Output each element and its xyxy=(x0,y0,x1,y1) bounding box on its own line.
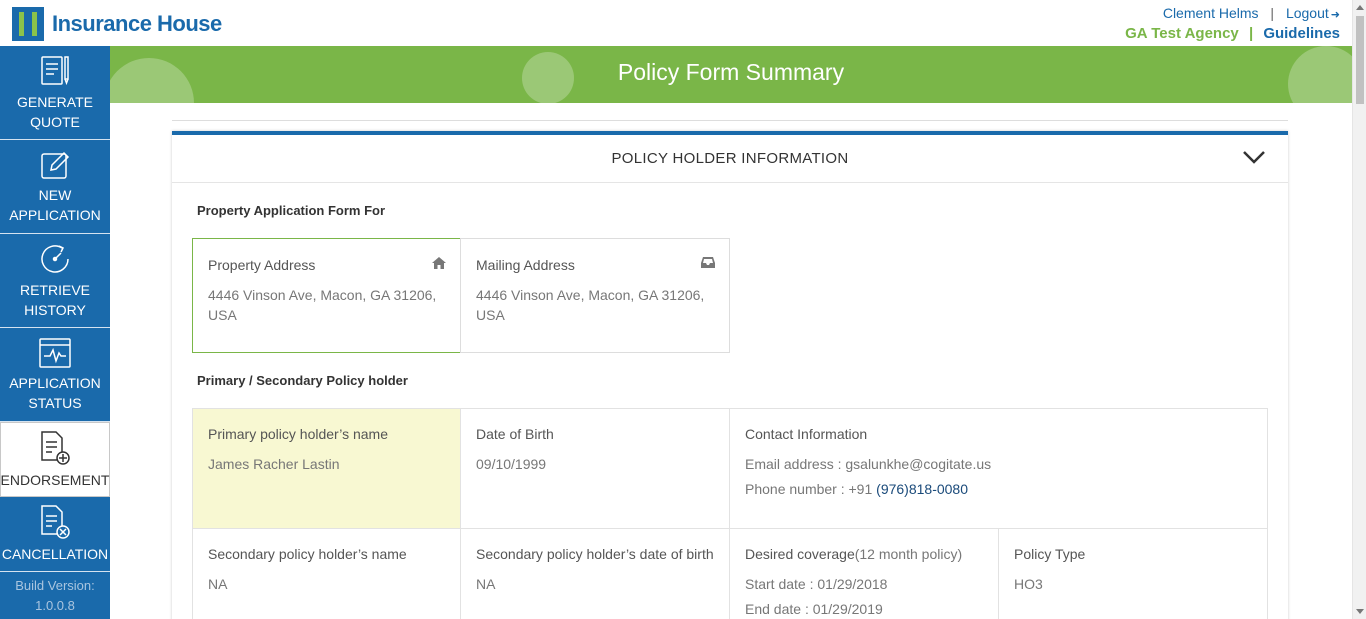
coverage-label-text: Desired coverage xyxy=(745,546,855,562)
document-pen-icon xyxy=(41,55,69,85)
property-address-box[interactable]: Property Address 4446 Vinson Ave, Macon,… xyxy=(192,238,461,353)
sidebar-item-endorsement[interactable]: ENDORSEMENT xyxy=(0,422,110,497)
email-value: Email address : gsalunkhe@cogitate.us xyxy=(745,456,992,472)
policy-type-value: HO3 xyxy=(1014,576,1043,592)
history-clock-icon xyxy=(41,244,69,273)
separator: | xyxy=(1248,25,1254,42)
build-version: Build Version: 1.0.0.8 xyxy=(0,572,110,616)
address-line: USA xyxy=(476,307,505,323)
sidebar-item-label: ENDORSEMENT xyxy=(0,471,110,488)
page-banner: Policy Form Summary xyxy=(110,46,1352,103)
mailing-address-box[interactable]: Mailing Address 4446 Vinson Ave, Macon, … xyxy=(460,238,730,353)
guidelines-link[interactable]: Guidelines xyxy=(1263,25,1340,42)
section-title: Property Application Form For xyxy=(197,203,386,218)
build-number: 1.0.0.8 xyxy=(35,598,75,613)
scroll-down-icon[interactable] xyxy=(1356,609,1364,614)
sidebar: GENERATE QUOTE NEW APPLICATION RETRIEVE … xyxy=(0,46,110,619)
vertical-scrollbar[interactable] xyxy=(1352,0,1366,619)
secondary-name-label: Secondary policy holder’s name xyxy=(208,546,407,562)
coverage-suffix: (12 month policy) xyxy=(854,546,963,562)
policy-holder-card: POLICY HOLDER INFORMATION Property Appli… xyxy=(172,131,1288,619)
sidebar-item-label: HISTORY xyxy=(24,301,86,318)
sidebar-item-application-status[interactable]: APPLICATION STATUS xyxy=(0,328,110,422)
sidebar-item-generate-quote[interactable]: GENERATE QUOTE xyxy=(0,46,110,140)
address-line: USA xyxy=(208,307,237,323)
page-title: Policy Form Summary xyxy=(617,59,845,85)
top-header: Insurance House Clement Helms | Logout ➜ … xyxy=(0,0,1352,46)
sidebar-item-new-application[interactable]: NEW APPLICATION xyxy=(0,140,110,234)
document-cancel-icon xyxy=(41,505,70,539)
dob-value: 09/10/1999 xyxy=(476,456,547,472)
user-name-link[interactable]: Clement Helms xyxy=(1163,5,1259,21)
end-date-value: End date : 01/29/2019 xyxy=(745,601,883,617)
property-address-value: 4446 Vinson Ave, Macon, GA 31206, USA xyxy=(208,285,436,325)
build-label: Build Version: xyxy=(15,578,95,593)
sidebar-item-label: APPLICATION xyxy=(9,374,101,391)
address-line: 4446 Vinson Ave, Macon, GA 31206, xyxy=(476,287,705,303)
agency-name[interactable]: GA Test Agency xyxy=(1125,25,1239,42)
contact-label: Contact Information xyxy=(745,426,868,442)
secondary-dob-label: Secondary policy holder’s date of birth xyxy=(476,546,714,562)
sidebar-item-label: QUOTE xyxy=(30,113,80,130)
sidebar-item-label: STATUS xyxy=(28,394,82,411)
dob-cell: Date of Birth 09/10/1999 xyxy=(460,408,730,529)
address-line: 4446 Vinson Ave, Macon, GA 31206, xyxy=(208,287,437,303)
logout-link[interactable]: Logout ➜ xyxy=(1286,5,1340,21)
primary-name-label: Primary policy holder’s name xyxy=(208,426,388,442)
mailing-address-label: Mailing Address xyxy=(476,257,575,273)
pencil-square-icon xyxy=(41,151,70,179)
user-links: Clement Helms | Logout ➜ GA Test Agency |… xyxy=(1125,5,1340,42)
logo-icon xyxy=(12,7,44,41)
scroll-up-icon[interactable] xyxy=(1356,5,1364,10)
card-title: POLICY HOLDER INFORMATION xyxy=(611,150,849,167)
document-plus-icon xyxy=(41,430,70,465)
section-title: Primary / Secondary Policy holder xyxy=(197,373,408,388)
sidebar-item-label: RETRIEVE xyxy=(19,281,90,298)
phone-value: Phone number : +91 (976)818-0080 xyxy=(745,481,968,497)
coverage-label: Desired coverage(12 month policy) xyxy=(745,546,962,562)
policy-type-label: Policy Type xyxy=(1014,546,1086,562)
chevron-down-icon[interactable] xyxy=(1242,149,1266,165)
secondary-name-cell: Secondary policy holder’s name NA xyxy=(192,528,461,619)
phone-prefix: Phone number : +91 xyxy=(745,481,877,497)
separator: | xyxy=(1270,5,1275,21)
primary-name-value: James Racher Lastin xyxy=(208,456,340,472)
sidebar-item-cancellation[interactable]: CANCELLATION xyxy=(0,497,110,572)
primary-name-cell: Primary policy holder’s name James Rache… xyxy=(192,408,461,529)
sidebar-item-label: NEW xyxy=(38,186,72,203)
coverage-cell: Desired coverage(12 month policy) Start … xyxy=(729,528,999,619)
logout-icon: ➜ xyxy=(1330,9,1340,21)
main-content: POLICY HOLDER INFORMATION Property Appli… xyxy=(110,103,1352,619)
card-header[interactable]: POLICY HOLDER INFORMATION xyxy=(172,135,1288,183)
secondary-dob-cell: Secondary policy holder’s date of birth … xyxy=(460,528,730,619)
scroll-thumb[interactable] xyxy=(1356,16,1364,104)
logout-label: Logout xyxy=(1285,5,1329,21)
property-address-label: Property Address xyxy=(208,257,316,273)
phone-number[interactable]: (976)818-0080 xyxy=(876,481,968,497)
logo-text: Insurance House xyxy=(52,11,222,36)
sidebar-item-label: APPLICATION xyxy=(9,206,101,223)
contact-cell: Contact Information Email address : gsal… xyxy=(729,408,1268,529)
inbox-icon xyxy=(701,257,715,268)
sidebar-item-label: GENERATE xyxy=(17,93,93,110)
home-icon xyxy=(432,257,446,269)
secondary-name-value: NA xyxy=(208,576,228,592)
sidebar-item-retrieve-history[interactable]: RETRIEVE HISTORY xyxy=(0,234,110,328)
secondary-dob-value: NA xyxy=(476,576,496,592)
dob-label: Date of Birth xyxy=(476,426,554,442)
mailing-address-value: 4446 Vinson Ave, Macon, GA 31206, USA xyxy=(476,285,704,325)
start-date-value: Start date : 01/29/2018 xyxy=(745,576,888,592)
divider xyxy=(172,120,1288,121)
policy-type-cell: Policy Type HO3 xyxy=(998,528,1268,619)
sidebar-item-label: CANCELLATION xyxy=(1,546,109,562)
monitor-pulse-icon xyxy=(39,337,71,368)
logo[interactable]: Insurance House xyxy=(12,7,222,41)
